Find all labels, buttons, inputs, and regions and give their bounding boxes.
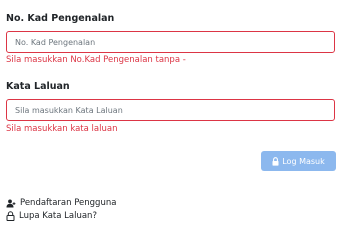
register-link[interactable]: Pendaftaran Pengguna bbox=[6, 198, 116, 208]
lock-outline-icon bbox=[6, 211, 15, 221]
login-button[interactable]: Log Masuk bbox=[261, 151, 336, 171]
ic-number-error: Sila masukkan No.Kad Pengenalan tanpa - bbox=[6, 55, 186, 65]
ic-number-input[interactable] bbox=[6, 31, 335, 53]
forgot-password-link[interactable]: Lupa Kata Laluan? bbox=[6, 211, 97, 221]
login-button-label: Log Masuk bbox=[282, 156, 325, 166]
forgot-password-link-label: Lupa Kata Laluan? bbox=[19, 211, 97, 221]
password-label: Kata Laluan bbox=[6, 81, 70, 92]
ic-number-label: No. Kad Pengenalan bbox=[6, 13, 115, 24]
lock-icon bbox=[272, 156, 279, 166]
register-link-label: Pendaftaran Pengguna bbox=[20, 198, 117, 208]
password-error: Sila masukkan kata laluan bbox=[6, 124, 118, 134]
password-input[interactable] bbox=[6, 99, 335, 121]
user-plus-icon bbox=[6, 199, 16, 208]
